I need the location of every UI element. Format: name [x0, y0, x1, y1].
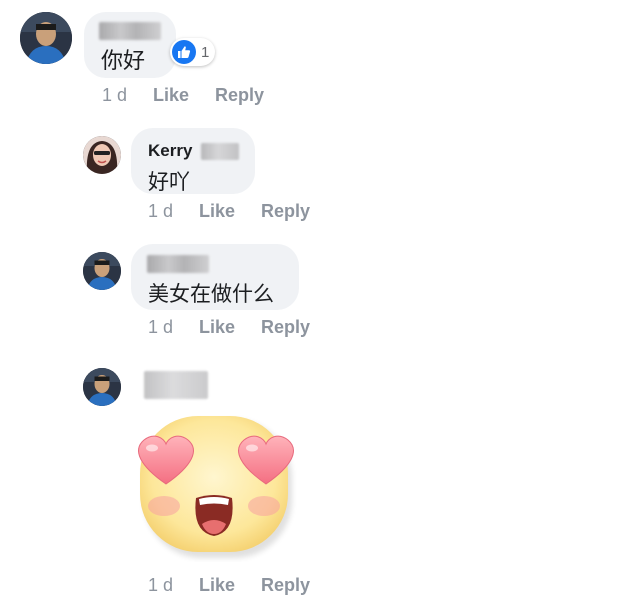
avatar[interactable]	[20, 12, 72, 64]
author-name-blurred[interactable]	[147, 255, 209, 273]
author-name-blurred[interactable]	[99, 22, 161, 40]
avatar[interactable]	[83, 368, 121, 406]
comment-text: 好吖	[148, 171, 190, 194]
profile-photo	[83, 368, 121, 406]
comment-timestamp[interactable]: 1 d	[148, 575, 173, 596]
comment-timestamp[interactable]: 1 d	[148, 317, 173, 338]
comment-text: 你好	[101, 48, 146, 73]
profile-photo	[20, 12, 72, 64]
author-name-blurred[interactable]	[144, 371, 208, 399]
comment-timestamp[interactable]: 1 d	[102, 85, 127, 106]
reply-button[interactable]: Reply	[215, 85, 264, 106]
reply-button[interactable]: Reply	[261, 575, 310, 596]
comment-bubble: 你好	[84, 12, 176, 78]
comment-reply: Kerry 好吖 1 d Like Reply	[0, 120, 640, 230]
author-surname-blurred	[201, 143, 239, 160]
comment-bubble: Kerry 好吖	[131, 128, 255, 194]
comment: 你好 1 1 d Like Reply	[0, 0, 640, 110]
reply-button[interactable]: Reply	[261, 201, 310, 222]
author-name[interactable]: Kerry	[148, 141, 192, 161]
comment-timestamp[interactable]: 1 d	[148, 201, 173, 222]
reaction-count: 1	[201, 43, 210, 61]
avatar[interactable]	[83, 252, 121, 290]
thumbs-up-icon	[172, 40, 196, 64]
comment-bubble: 美女在做什么	[131, 244, 299, 310]
profile-photo	[83, 136, 121, 174]
like-button[interactable]: Like	[153, 85, 189, 106]
like-button[interactable]: Like	[199, 575, 235, 596]
like-button[interactable]: Like	[199, 201, 235, 222]
profile-photo	[83, 252, 121, 290]
comment-reply: 1 d Like Reply	[0, 360, 640, 605]
comment-reply: 美女在做什么 1 d Like Reply	[0, 240, 640, 350]
reply-button[interactable]: Reply	[261, 317, 310, 338]
like-button[interactable]: Like	[199, 317, 235, 338]
avatar[interactable]	[83, 136, 121, 174]
heart-eyes-emoji-sticker[interactable]	[130, 412, 302, 562]
reaction-badge[interactable]: 1	[170, 38, 216, 66]
comment-text: 美女在做什么	[148, 283, 274, 306]
